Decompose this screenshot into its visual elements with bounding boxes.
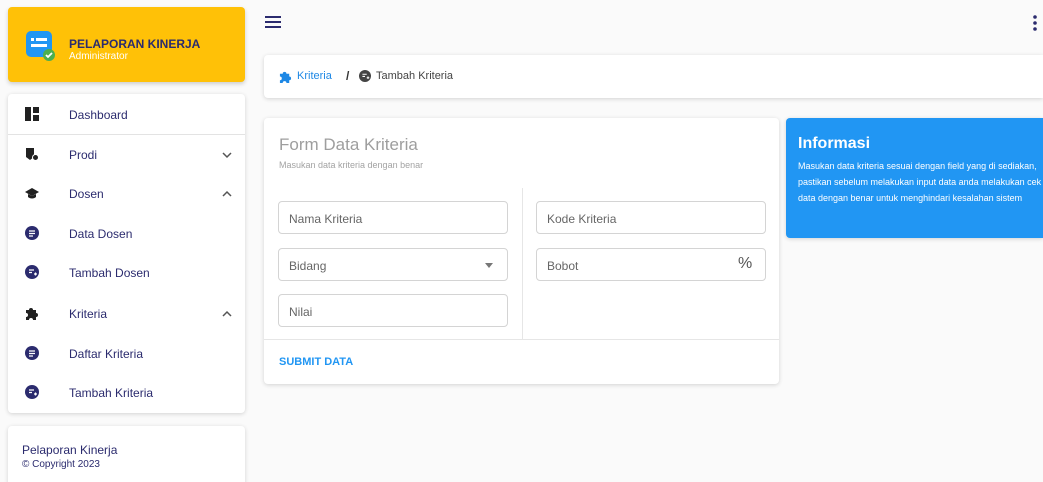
sidebar-divider xyxy=(8,134,245,135)
add-circle-icon xyxy=(359,70,371,82)
list-circle-icon xyxy=(25,346,39,360)
breadcrumb-separator: / xyxy=(346,69,350,83)
sidebar-item-label: Tambah Dosen xyxy=(69,266,150,280)
sidebar-item-prodi[interactable]: Prodi xyxy=(8,136,245,174)
sidebar-item-tambah-kriteria[interactable]: Tambah Kriteria xyxy=(8,374,245,412)
form-actions-divider xyxy=(264,339,779,340)
dashboard-icon xyxy=(25,107,39,121)
form-title: Form Data Kriteria xyxy=(279,135,418,154)
add-circle-icon xyxy=(25,265,39,279)
nama-kriteria-input[interactable]: Nama Kriteria xyxy=(278,201,508,234)
bidang-select[interactable]: Bidang xyxy=(278,248,508,281)
puzzle-icon xyxy=(26,308,38,320)
info-text: Masukan data kriteria sesuai dengan fiel… xyxy=(798,161,1042,203)
form-subtitle: Masukan data kriteria dengan benar xyxy=(279,160,424,170)
sidebar-nav: Dashboard Prodi Dosen Data Dosen Tambah … xyxy=(8,94,245,413)
bidang-label: Bidang xyxy=(289,259,327,273)
sidebar-item-label: Data Dosen xyxy=(69,227,133,241)
app-logo-icon xyxy=(26,31,55,61)
sidebar-item-label: Daftar Kriteria xyxy=(69,347,144,361)
sidebar-item-label: Tambah Kriteria xyxy=(69,386,154,400)
breadcrumb-current: Tambah Kriteria xyxy=(376,70,454,82)
sidebar-item-label: Kriteria xyxy=(69,307,108,321)
sidebar-item-dashboard[interactable]: Dashboard xyxy=(8,96,245,134)
sidebar-footer: Pelaporan Kinerja © Copyright 2023 xyxy=(8,426,245,482)
submit-data-button[interactable]: SUBMIT DATA xyxy=(279,356,353,368)
form-card: Form Data Kriteria Masukan data kriteria… xyxy=(264,118,779,384)
nilai-label: Nilai xyxy=(289,305,313,319)
sidebar-item-daftar-kriteria[interactable]: Daftar Kriteria xyxy=(8,335,245,373)
bobot-label: Bobot xyxy=(547,259,579,273)
sidebar-item-dosen[interactable]: Dosen xyxy=(8,175,245,213)
puzzle-icon xyxy=(279,71,292,83)
footer-copyright: © Copyright 2023 xyxy=(22,459,100,470)
kode-kriteria-label: Kode Kriteria xyxy=(547,212,617,226)
form-column-divider xyxy=(522,188,523,339)
nama-kriteria-label: Nama Kriteria xyxy=(289,212,363,226)
sidebar-item-label: Dosen xyxy=(69,187,104,201)
dropdown-arrow-icon xyxy=(485,263,493,268)
add-circle-icon xyxy=(25,385,39,399)
sidebar-item-label: Prodi xyxy=(69,148,98,162)
sidebar-item-data-dosen[interactable]: Data Dosen xyxy=(8,215,245,253)
footer-title: Pelaporan Kinerja xyxy=(22,443,118,457)
bobot-input[interactable]: Bobot % xyxy=(536,248,766,281)
sidebar-item-label: Dashboard xyxy=(69,108,128,122)
app-title: PELAPORAN KINERJA xyxy=(69,37,201,51)
brand-card: PELAPORAN KINERJA Administrator xyxy=(8,7,245,82)
graduation-cap-icon xyxy=(25,188,39,199)
nilai-input[interactable]: Nilai xyxy=(278,294,508,327)
info-title: Informasi xyxy=(798,135,871,152)
sidebar-item-tambah-dosen[interactable]: Tambah Dosen xyxy=(8,254,245,292)
more-vert-icon[interactable] xyxy=(1032,15,1038,31)
prodi-icon xyxy=(26,148,39,161)
info-card: Informasi Masukan data kriteria sesuai d… xyxy=(786,118,1043,238)
kode-kriteria-input[interactable]: Kode Kriteria xyxy=(536,201,766,234)
breadcrumb: Kriteria / Tambah Kriteria xyxy=(264,55,1043,98)
hamburger-menu-icon[interactable] xyxy=(265,16,281,28)
sidebar-item-kriteria[interactable]: Kriteria xyxy=(8,295,245,333)
chevron-up-icon xyxy=(222,190,232,197)
percent-icon: % xyxy=(738,255,753,272)
chevron-up-icon xyxy=(222,310,232,317)
list-circle-icon xyxy=(25,226,39,240)
breadcrumb-link-kriteria[interactable]: Kriteria xyxy=(297,70,332,82)
user-role: Administrator xyxy=(69,51,128,62)
chevron-down-icon xyxy=(222,152,232,159)
